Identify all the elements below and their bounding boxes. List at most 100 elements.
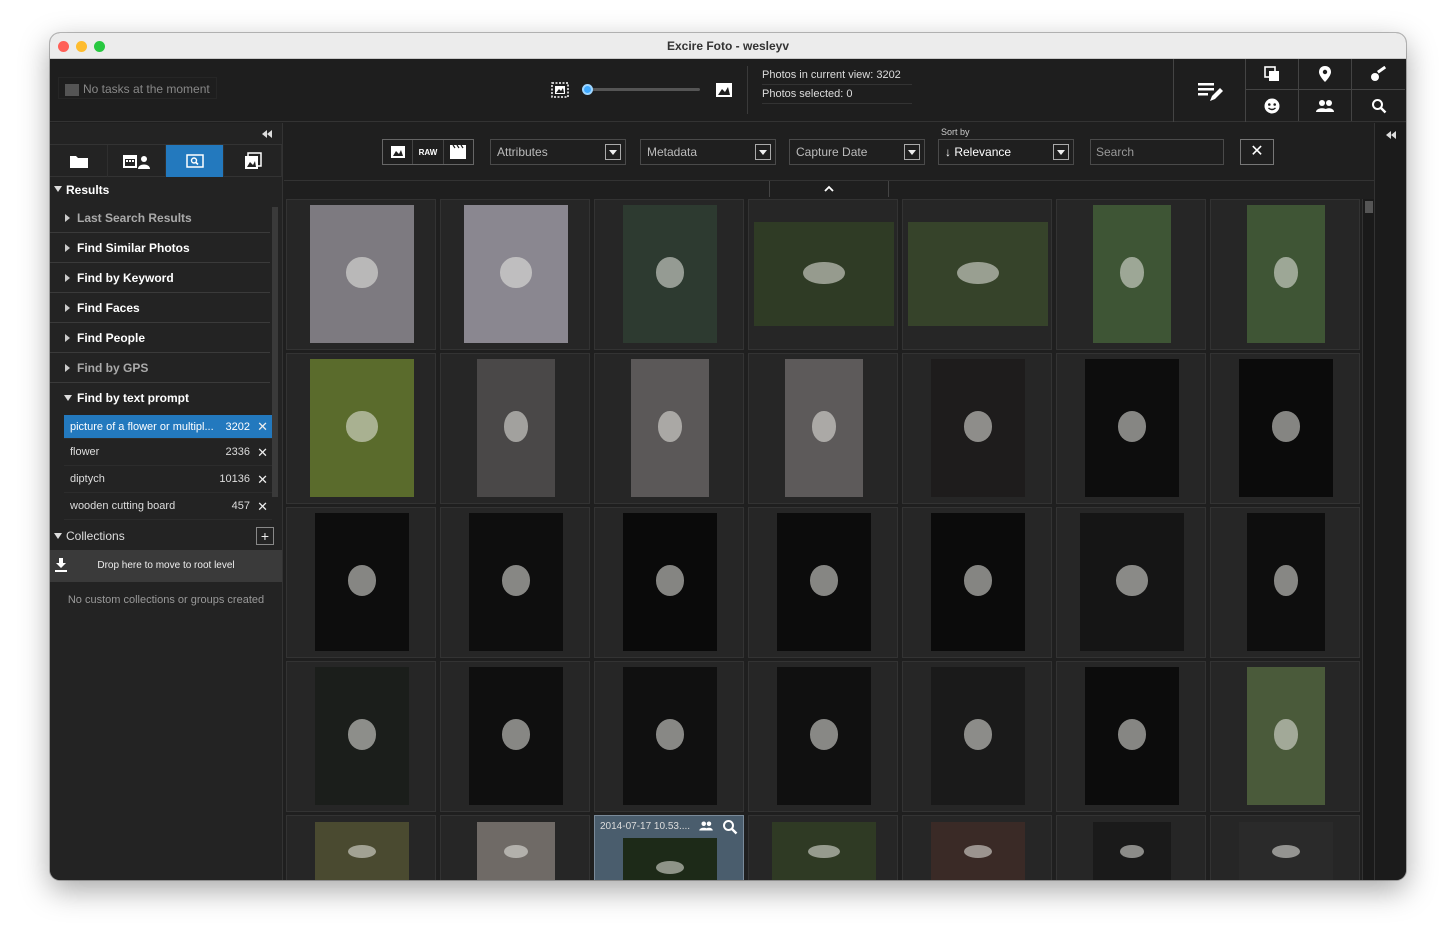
query-row[interactable]: picture of a flower or multipl... 3202 ✕ bbox=[64, 415, 272, 439]
query-row[interactable]: wooden cutting board 457 ✕ bbox=[64, 493, 272, 520]
duplicates-button[interactable] bbox=[1246, 59, 1299, 90]
no-collections-text: No custom collections or groups created bbox=[67, 594, 265, 606]
photo-thumbnail-cell[interactable] bbox=[902, 199, 1052, 350]
photo-thumbnail-cell[interactable] bbox=[1210, 353, 1360, 504]
zoom-slider-handle[interactable] bbox=[582, 84, 593, 95]
photo-thumbnail-cell[interactable] bbox=[1210, 815, 1360, 880]
results-section-header[interactable]: Results bbox=[50, 177, 282, 203]
photo-thumbnail-cell[interactable] bbox=[440, 199, 590, 350]
small-image-icon[interactable] bbox=[551, 82, 569, 98]
photo-thumbnail bbox=[1247, 513, 1325, 651]
photo-thumbnail-cell[interactable] bbox=[748, 353, 898, 504]
photo-thumbnail-cell[interactable] bbox=[1056, 661, 1206, 812]
photo-thumbnail-cell[interactable] bbox=[594, 199, 744, 350]
photo-thumbnail-cell[interactable] bbox=[902, 353, 1052, 504]
sidebar-item-find-keyword[interactable]: Find by Keyword bbox=[50, 263, 270, 293]
tab-search[interactable] bbox=[166, 145, 224, 177]
photo-thumbnail-cell[interactable] bbox=[594, 661, 744, 812]
location-button[interactable] bbox=[1299, 59, 1352, 90]
query-row[interactable]: diptych 10136 ✕ bbox=[64, 466, 272, 493]
photo-thumbnail-cell[interactable] bbox=[1056, 507, 1206, 658]
remove-query-icon[interactable]: ✕ bbox=[257, 466, 268, 493]
scrollbar-thumb[interactable] bbox=[1365, 201, 1373, 213]
photo-thumbnail-cell[interactable] bbox=[748, 507, 898, 658]
sort-dropdown[interactable]: ↓ Relevance bbox=[938, 139, 1074, 165]
photo-thumbnail-cell[interactable] bbox=[594, 353, 744, 504]
collapse-left-icon[interactable] bbox=[262, 130, 272, 138]
tab-folders[interactable] bbox=[50, 145, 108, 177]
folder-icon bbox=[69, 156, 88, 168]
photo-counts: Photos in current view: 3202 Photos sele… bbox=[747, 66, 912, 114]
faces-button[interactable] bbox=[1246, 90, 1299, 121]
remove-query-icon[interactable]: ✕ bbox=[257, 415, 268, 439]
sidebar-item-find-faces[interactable]: Find Faces bbox=[50, 293, 270, 323]
query-row[interactable]: flower 2336 ✕ bbox=[64, 439, 272, 466]
sidebar-scrollbar[interactable] bbox=[272, 207, 278, 497]
photo-thumbnail-cell[interactable] bbox=[286, 661, 436, 812]
remove-query-icon[interactable]: ✕ bbox=[257, 439, 268, 466]
people-button[interactable] bbox=[1299, 90, 1352, 121]
collections-section-header[interactable]: Collections + bbox=[50, 522, 282, 550]
add-collection-button[interactable]: + bbox=[256, 527, 274, 545]
photo-thumbnail-cell[interactable] bbox=[1056, 199, 1206, 350]
filter-raw-button[interactable]: RAW bbox=[413, 140, 444, 164]
search-button[interactable] bbox=[1352, 90, 1405, 121]
attributes-dropdown[interactable]: Attributes bbox=[490, 139, 626, 165]
photo-thumbnail-cell[interactable] bbox=[286, 353, 436, 504]
tab-calendar-people[interactable] bbox=[108, 145, 166, 177]
photo-subject bbox=[1116, 565, 1148, 596]
clear-filters-button[interactable]: ✕ bbox=[1240, 139, 1274, 165]
photo-thumbnail-cell[interactable] bbox=[902, 815, 1052, 880]
sidebar-item-find-text-prompt[interactable]: Find by text prompt bbox=[50, 383, 270, 413]
filter-image-button[interactable] bbox=[383, 140, 414, 164]
photo-thumbnail-cell[interactable] bbox=[1056, 353, 1206, 504]
photo-thumbnail-cell[interactable] bbox=[440, 353, 590, 504]
search-input[interactable]: Search bbox=[1090, 139, 1224, 165]
photo-thumbnail-cell[interactable] bbox=[1056, 815, 1206, 880]
find-similar-icon[interactable] bbox=[722, 819, 738, 835]
photo-thumbnail-cell[interactable] bbox=[1210, 507, 1360, 658]
large-image-icon[interactable] bbox=[715, 82, 733, 98]
photo-thumbnail-cell[interactable] bbox=[286, 507, 436, 658]
photo-subject bbox=[1274, 257, 1298, 288]
photo-thumbnail-cell[interactable] bbox=[440, 661, 590, 812]
photo-thumbnail-cell[interactable] bbox=[902, 661, 1052, 812]
photo-thumbnail-cell[interactable] bbox=[594, 507, 744, 658]
photo-thumbnail-cell[interactable] bbox=[748, 815, 898, 880]
photo-thumbnail-cell[interactable] bbox=[440, 815, 590, 880]
photo-thumbnail-cell[interactable] bbox=[440, 507, 590, 658]
sidebar-item-label: Find by text prompt bbox=[77, 391, 189, 405]
photo-subject bbox=[655, 719, 685, 750]
photo-subject bbox=[658, 411, 682, 442]
edit-list-button[interactable] bbox=[1174, 59, 1246, 122]
photo-thumbnail-cell[interactable] bbox=[748, 199, 898, 350]
zoom-slider[interactable] bbox=[588, 88, 700, 91]
metadata-dropdown[interactable]: Metadata bbox=[640, 139, 776, 165]
capture-date-dropdown[interactable]: Capture Date bbox=[789, 139, 925, 165]
photo-thumbnail-cell[interactable] bbox=[286, 199, 436, 350]
photo-thumbnail bbox=[931, 667, 1025, 805]
keyword-button[interactable] bbox=[1352, 59, 1405, 90]
drop-zone[interactable]: Drop here to move to root level bbox=[50, 550, 282, 582]
photo-thumbnail-cell[interactable] bbox=[1210, 199, 1360, 350]
sidebar-item-find-people[interactable]: Find People bbox=[50, 323, 270, 353]
filter-video-button[interactable] bbox=[444, 140, 473, 164]
tab-collections[interactable] bbox=[224, 145, 282, 177]
sidebar-item-find-similar[interactable]: Find Similar Photos bbox=[50, 233, 270, 263]
photo-thumbnail-cell[interactable] bbox=[902, 507, 1052, 658]
remove-query-icon[interactable]: ✕ bbox=[257, 493, 268, 520]
collapse-left-icon[interactable] bbox=[1386, 131, 1396, 139]
people-icon bbox=[1316, 99, 1334, 112]
collapse-up-bar[interactable] bbox=[769, 181, 889, 197]
photo-thumbnail bbox=[623, 667, 717, 805]
photo-thumbnail-cell[interactable]: 2014-07-17 10.53.... bbox=[594, 815, 744, 880]
grid-scrollbar[interactable] bbox=[1362, 199, 1374, 880]
sidebar-item-last-search[interactable]: Last Search Results bbox=[50, 203, 270, 233]
photo-thumbnail bbox=[908, 222, 1048, 326]
sidebar-item-find-gps[interactable]: Find by GPS bbox=[50, 353, 270, 383]
photo-thumbnail-cell[interactable] bbox=[286, 815, 436, 880]
people-icon[interactable] bbox=[698, 820, 714, 834]
photo-thumbnail-cell[interactable] bbox=[748, 661, 898, 812]
photo-thumbnail-cell[interactable] bbox=[1210, 661, 1360, 812]
photo-thumbnail bbox=[754, 222, 894, 326]
